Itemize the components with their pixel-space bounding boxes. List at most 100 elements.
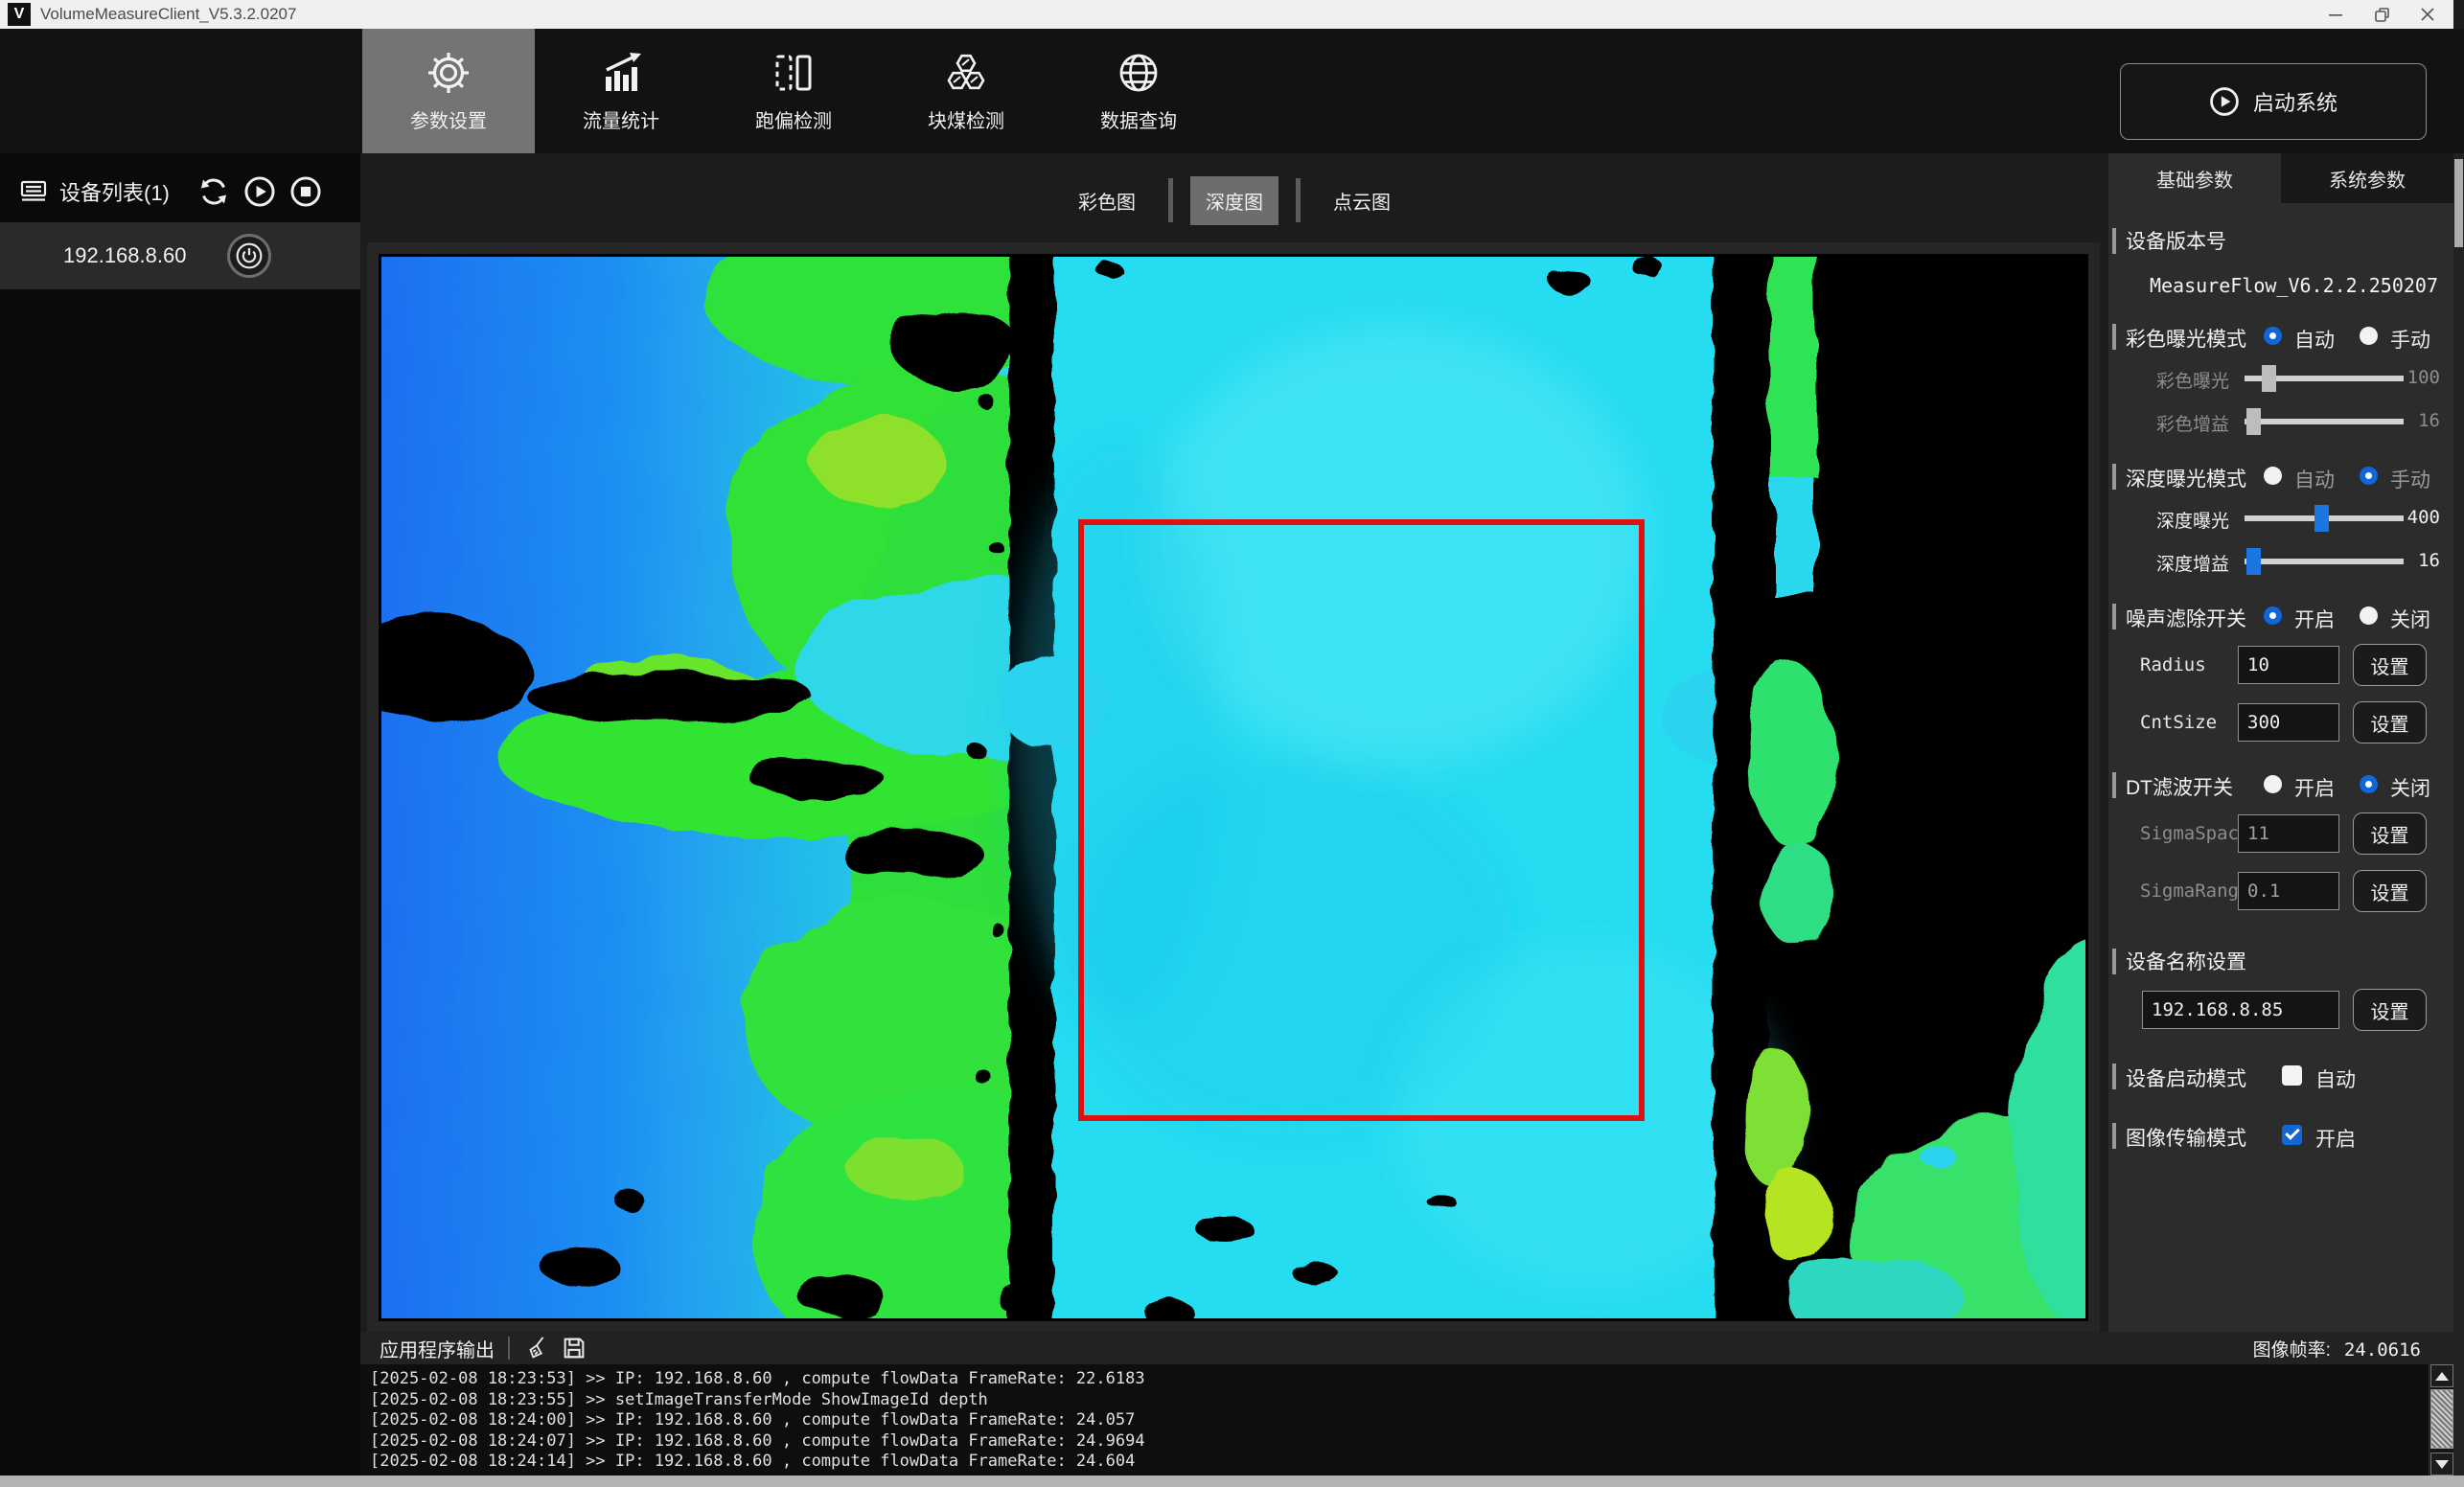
coal-icon xyxy=(943,50,989,96)
tab-flow-statistics[interactable]: 流量统计 xyxy=(535,29,707,153)
radius-input[interactable] xyxy=(2238,646,2339,684)
depth-exposure-slider-row: 深度曝光 400 xyxy=(2108,503,2453,534)
maximize-icon xyxy=(2375,8,2389,22)
tab-parameter-settings[interactable]: 参数设置 xyxy=(362,29,535,153)
startup-mode-checkbox[interactable] xyxy=(2282,1065,2302,1086)
device-version-label: 设备版本号 xyxy=(2126,226,2226,255)
device-name-set-button[interactable]: 设置 xyxy=(2353,989,2427,1031)
floppy-disk-icon xyxy=(561,1335,587,1361)
color-gain-slider-row: 彩色增益 16 xyxy=(2108,406,2453,437)
sigmaspace-input[interactable] xyxy=(2238,814,2339,853)
device-name-label: 设备名称设置 xyxy=(2126,947,2246,975)
device-row[interactable]: 192.168.8.60 xyxy=(0,222,360,289)
tab-data-query[interactable]: 数据查询 xyxy=(1052,29,1225,153)
transfer-mode-row: 图像传输模式 开启 xyxy=(2108,1121,2453,1152)
log-scroll-up-button[interactable] xyxy=(2430,1364,2453,1387)
depth-gain-slider[interactable] xyxy=(2245,559,2404,564)
depth-exposure-slider[interactable] xyxy=(2245,515,2404,521)
log-output[interactable]: [2025-02-08 18:23:53] >> IP: 192.168.8.6… xyxy=(360,1364,2429,1476)
device-name-row: 设置 xyxy=(2108,989,2453,1033)
depth-mode-manual-radio[interactable] xyxy=(2360,467,2378,485)
tab-color-image[interactable]: 彩色图 xyxy=(1063,176,1151,225)
start-system-button[interactable]: 启动系统 xyxy=(2120,63,2427,140)
arrow-up-icon xyxy=(2435,1372,2449,1381)
tab-point-cloud[interactable]: 点云图 xyxy=(1318,176,1406,225)
sigmarange-row: SigmaRange 设置 xyxy=(2108,870,2453,914)
window-bottom-edge xyxy=(0,1476,2464,1487)
cntsize-input[interactable] xyxy=(2238,703,2339,742)
log-line: [2025-02-08 18:23:53] >> IP: 192.168.8.6… xyxy=(370,1369,2429,1390)
radius-set-button[interactable]: 设置 xyxy=(2353,644,2427,686)
tab-deviation-detection[interactable]: 跑偏检测 xyxy=(707,29,880,153)
panel-scrollbar-thumb[interactable] xyxy=(2454,159,2463,247)
depth-image-canvas[interactable] xyxy=(381,257,2085,1318)
section-accent xyxy=(2112,228,2116,254)
log-scroll-down-button[interactable] xyxy=(2430,1453,2453,1476)
noise-filter-on-label: 开启 xyxy=(2294,605,2335,633)
slider-handle[interactable] xyxy=(2246,548,2261,575)
top-toolbar: 参数设置 流量统计 跑偏检测 xyxy=(0,29,2464,153)
cntsize-label: CntSize xyxy=(2140,712,2217,733)
device-version-value: MeasureFlow_V6.2.2.250207 xyxy=(2108,274,2438,297)
cntsize-set-button[interactable]: 设置 xyxy=(2353,701,2427,744)
noise-filter-off-radio[interactable] xyxy=(2360,606,2378,625)
dt-filter-off-radio[interactable] xyxy=(2360,775,2378,793)
device-name-input[interactable] xyxy=(2142,991,2339,1029)
tab-system-params[interactable]: 系统参数 xyxy=(2281,153,2453,203)
tab-basic-params[interactable]: 基础参数 xyxy=(2108,153,2281,203)
radius-label: Radius xyxy=(2140,654,2206,675)
device-list-icon xyxy=(19,179,48,205)
globe-icon xyxy=(1116,50,1162,96)
device-list-title: 设备列表(1) xyxy=(59,176,170,207)
log-header: 应用程序输出 图像帧率: 24.0616 xyxy=(360,1332,2453,1364)
device-ip: 192.168.8.60 xyxy=(63,243,186,268)
noise-filter-row: 噪声滤除开关 开启 关闭 xyxy=(2108,602,2453,630)
section-accent xyxy=(2112,1064,2116,1089)
panel-scrollbar[interactable] xyxy=(2453,153,2464,1476)
minimize-icon xyxy=(2329,13,2342,16)
sigmaspace-row: SigmaSpace 设置 xyxy=(2108,812,2453,857)
slider-handle[interactable] xyxy=(2314,505,2329,532)
clear-log-button[interactable] xyxy=(523,1334,552,1362)
save-log-button[interactable] xyxy=(560,1334,588,1362)
log-scrollbar-thumb[interactable] xyxy=(2430,1389,2453,1449)
noise-filter-off-label: 关闭 xyxy=(2390,605,2430,633)
tab-depth-image[interactable]: 深度图 xyxy=(1190,176,1278,225)
refresh-icon[interactable] xyxy=(197,175,230,208)
depth-exposure-value: 400 xyxy=(2392,507,2440,528)
minimize-button[interactable] xyxy=(2313,0,2359,29)
noise-filter-on-radio[interactable] xyxy=(2264,606,2282,625)
framerate-label: 图像帧率: xyxy=(2253,1336,2331,1361)
stop-all-icon[interactable] xyxy=(289,175,322,208)
slider-handle[interactable] xyxy=(2246,408,2261,435)
sigmarange-input[interactable] xyxy=(2238,872,2339,910)
view-mode-tabs: 彩色图 深度图 点云图 xyxy=(1063,176,1406,224)
close-button[interactable] xyxy=(2405,0,2451,29)
maximize-button[interactable] xyxy=(2359,0,2405,29)
slider-handle[interactable] xyxy=(2262,365,2276,392)
framerate-value: 24.0616 xyxy=(2344,1339,2421,1361)
tab-divider xyxy=(1296,178,1301,222)
color-exposure-slider[interactable] xyxy=(2245,376,2404,381)
startup-mode-row: 设备启动模式 自动 xyxy=(2108,1062,2453,1092)
main-nav-tabs: 参数设置 流量统计 跑偏检测 xyxy=(362,29,1225,153)
gear-icon xyxy=(426,50,472,96)
framerate-readout: 图像帧率: 24.0616 xyxy=(2253,1336,2453,1361)
dt-filter-on-radio[interactable] xyxy=(2264,775,2282,793)
sigmaspace-label: SigmaSpace xyxy=(2140,823,2249,844)
depth-gain-label: 深度增益 xyxy=(2108,550,2229,576)
tab-label: 流量统计 xyxy=(583,105,659,133)
color-mode-manual-radio[interactable] xyxy=(2360,327,2378,345)
color-mode-auto-radio[interactable] xyxy=(2264,327,2282,345)
tab-lump-coal-detection[interactable]: 块煤检测 xyxy=(880,29,1052,153)
start-all-icon[interactable] xyxy=(243,175,276,208)
log-scrollbar[interactable] xyxy=(2429,1364,2453,1476)
depth-mode-auto-radio[interactable] xyxy=(2264,467,2282,485)
sigmaspace-set-button[interactable]: 设置 xyxy=(2353,812,2427,855)
transfer-mode-checkbox[interactable] xyxy=(2282,1125,2302,1145)
color-gain-slider[interactable] xyxy=(2245,419,2404,424)
section-accent xyxy=(2112,1123,2116,1149)
device-power-button[interactable] xyxy=(230,237,268,275)
sigmarange-set-button[interactable]: 设置 xyxy=(2353,870,2427,912)
log-line: [2025-02-08 18:24:00] >> IP: 192.168.8.6… xyxy=(370,1410,2429,1431)
